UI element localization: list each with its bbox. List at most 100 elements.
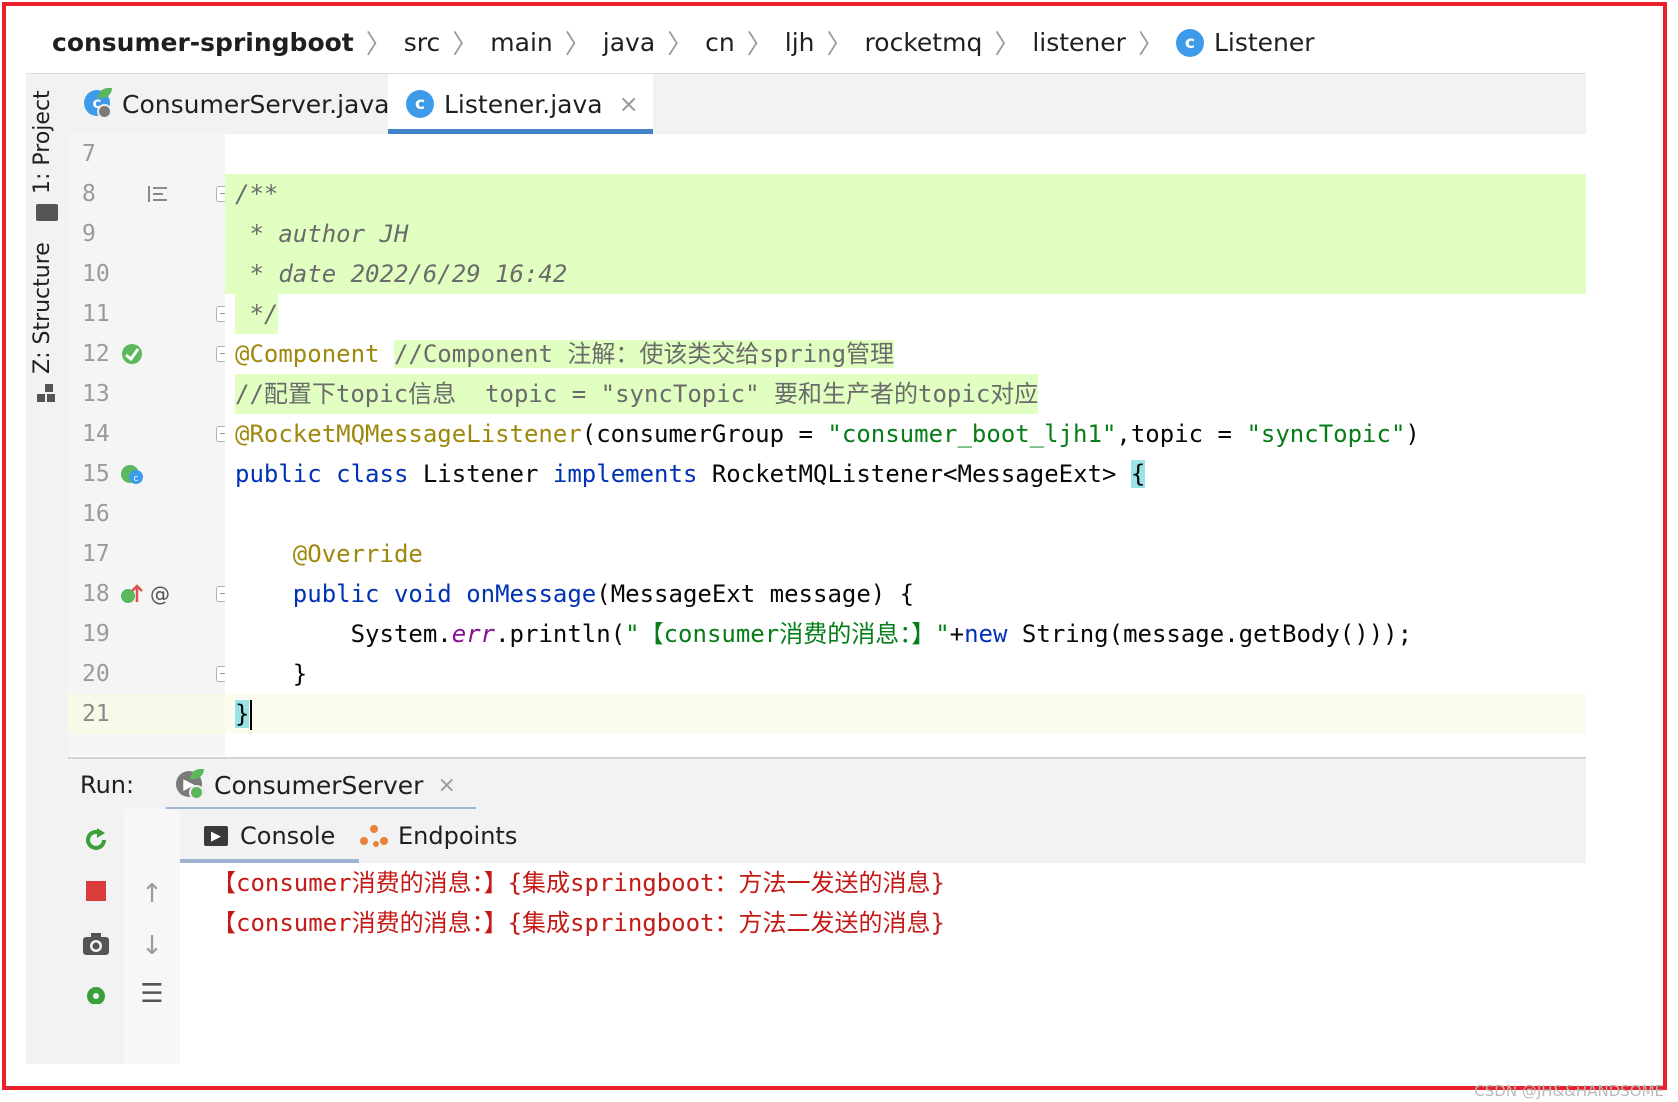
spring-class-icon[interactable]: c xyxy=(120,462,144,486)
gutter-line: 18 @ xyxy=(68,574,232,614)
keyword: void xyxy=(393,580,452,608)
editor-tab-bar: c ConsumerServer.java × c Listener.java … xyxy=(68,74,1586,135)
gutter-line: 7 xyxy=(68,134,225,174)
matched-brace: { xyxy=(1130,460,1146,488)
gutter-line: 17 xyxy=(68,534,225,574)
run-toolbar xyxy=(68,809,125,1064)
line-number: 19 xyxy=(82,621,110,647)
breadcrumb-item-src[interactable]: src xyxy=(404,28,441,57)
gutter-line: 16 xyxy=(68,494,225,534)
structure-tool-tab[interactable]: Z: Structure xyxy=(30,242,55,374)
breadcrumb-item-java[interactable]: java xyxy=(603,28,655,57)
matched-brace: } xyxy=(235,700,250,728)
doc-comment: /** xyxy=(235,180,279,208)
text-caret xyxy=(250,700,253,730)
tab-listener-java[interactable]: c Listener.java × xyxy=(388,74,653,134)
code-text: + xyxy=(949,620,965,648)
spring-boot-run-icon: ▶ xyxy=(176,769,204,800)
line-number: 14 xyxy=(82,421,110,447)
gutter-line: 13 xyxy=(68,374,225,414)
string-literal: "consumer_boot_ljh1" xyxy=(827,420,1117,448)
doc-comment: * date 2022/6/29 16:42 xyxy=(235,260,568,288)
tab-endpoints[interactable]: Endpoints xyxy=(360,809,517,863)
breadcrumb-item-project[interactable]: consumer-springboot xyxy=(52,28,354,57)
code-editor[interactable]: /** * author JH * date 2022/6/29 16:42 *… xyxy=(225,134,1586,756)
watermark: CSDN @JH&&HANDSOME xyxy=(1474,1082,1664,1100)
rerun-icon xyxy=(86,828,106,850)
svg-text:@: @ xyxy=(150,582,170,606)
method-name: onMessage xyxy=(466,580,597,608)
scroll-down-button[interactable]: ↓ xyxy=(137,931,167,961)
code-text: (consumerGroup = xyxy=(581,420,828,448)
code-line: public void onMessage(MessageExt message… xyxy=(225,574,1586,614)
left-tool-strip: 1: Project Z: Structure xyxy=(26,74,69,1064)
console-output[interactable]: 【consumer消费的消息：】{集成springboot：方法一发送的消息} … xyxy=(180,863,1586,1064)
breadcrumb-item-cn[interactable]: cn xyxy=(705,28,735,57)
code-text: String(message.getBody())); xyxy=(1007,620,1413,648)
breadcrumb-item-listener[interactable]: listener xyxy=(1032,28,1126,57)
code-line: @RocketMQMessageListener(consumerGroup =… xyxy=(225,414,1586,454)
gutter-line: 9 xyxy=(68,214,225,254)
folder-icon[interactable] xyxy=(36,204,58,221)
tab-console[interactable]: ▶ Console xyxy=(180,809,360,863)
gutter-line: 10 xyxy=(68,254,225,294)
code-line: @Override xyxy=(225,534,1586,574)
restore-layout-button[interactable] xyxy=(81,977,111,1007)
code-line: public class Listener implements RocketM… xyxy=(225,454,1586,494)
run-tab-consumerserver[interactable]: ▶ ConsumerServer × xyxy=(166,759,476,811)
gutter-line: 12 xyxy=(68,334,232,374)
line-number: 18 xyxy=(82,581,110,607)
gutter-line: 15 c xyxy=(68,454,225,494)
class-icon: c xyxy=(406,90,434,118)
code-text: ) xyxy=(1405,420,1420,448)
breadcrumb-item-main[interactable]: main xyxy=(490,28,552,57)
line-number: 11 xyxy=(82,301,110,327)
structure-icon[interactable] xyxy=(37,384,57,404)
run-label: Run: xyxy=(80,771,135,799)
console-line: 【consumer消费的消息：】{集成springboot：方法一发送的消息} xyxy=(212,869,945,897)
stop-button[interactable] xyxy=(81,876,111,906)
tab-label: ConsumerServer.java xyxy=(122,89,390,119)
spring-bean-icon[interactable] xyxy=(120,342,144,366)
console-icon: ▶ xyxy=(204,826,228,846)
rerun-button[interactable] xyxy=(81,825,111,855)
rendered-doc-icon[interactable] xyxy=(146,182,170,206)
spring-boot-class-icon: c xyxy=(84,88,112,119)
implements-method-icon[interactable] xyxy=(120,582,144,606)
at-sign-icon[interactable]: @ xyxy=(148,582,172,606)
gutter-line: 19 xyxy=(68,614,225,654)
endpoints-icon xyxy=(360,823,388,849)
chevron-right-icon: 〉 xyxy=(452,30,479,60)
svg-text:c: c xyxy=(134,474,139,484)
run-toolbar-secondary: ↑ ↓ ☰ xyxy=(124,809,181,1064)
console-tab-bar: ▶ Console Endpoints xyxy=(180,809,1586,864)
close-icon[interactable]: × xyxy=(437,773,455,798)
chevron-right-icon: 〉 xyxy=(1137,30,1164,60)
line-number: 20 xyxy=(82,661,110,687)
line-number: 7 xyxy=(82,141,96,167)
tab-consumerserver-java[interactable]: c ConsumerServer.java × xyxy=(84,74,438,134)
line-number: 21 xyxy=(82,701,110,727)
endpoints-tab-label: Endpoints xyxy=(398,822,518,850)
scroll-up-button[interactable]: ↑ xyxy=(137,879,167,909)
project-tool-tab[interactable]: 1: Project xyxy=(30,90,55,194)
dump-threads-button[interactable] xyxy=(81,929,111,959)
gutter-line: 11 xyxy=(68,294,232,334)
line-number: 13 xyxy=(82,381,110,407)
run-tab-label: ConsumerServer xyxy=(214,770,424,800)
ide-window: consumer-springboot 〉 src 〉 main 〉 java … xyxy=(26,12,1586,1064)
breadcrumb-item-class[interactable]: c Listener xyxy=(1175,28,1315,57)
close-icon[interactable]: × xyxy=(619,90,639,118)
keyword: implements xyxy=(552,460,698,488)
camera-icon xyxy=(83,933,109,955)
lines-icon: ☰ xyxy=(140,979,164,1009)
line-comment: //配置下topic信息 topic = "syncTopic" 要和生产者的t… xyxy=(235,374,1039,414)
breadcrumb-item-ljh[interactable]: ljh xyxy=(785,28,815,57)
gutter-line: 20 xyxy=(68,654,232,694)
gutter-line: 14 xyxy=(68,414,232,454)
run-tool-window-header: Run: ▶ ConsumerServer × xyxy=(68,757,1586,812)
gear-icon xyxy=(87,987,105,1004)
chevron-right-icon: 〉 xyxy=(746,30,773,60)
breadcrumb-item-rocketmq[interactable]: rocketmq xyxy=(865,28,983,57)
soft-wrap-button[interactable]: ☰ xyxy=(137,979,167,1009)
